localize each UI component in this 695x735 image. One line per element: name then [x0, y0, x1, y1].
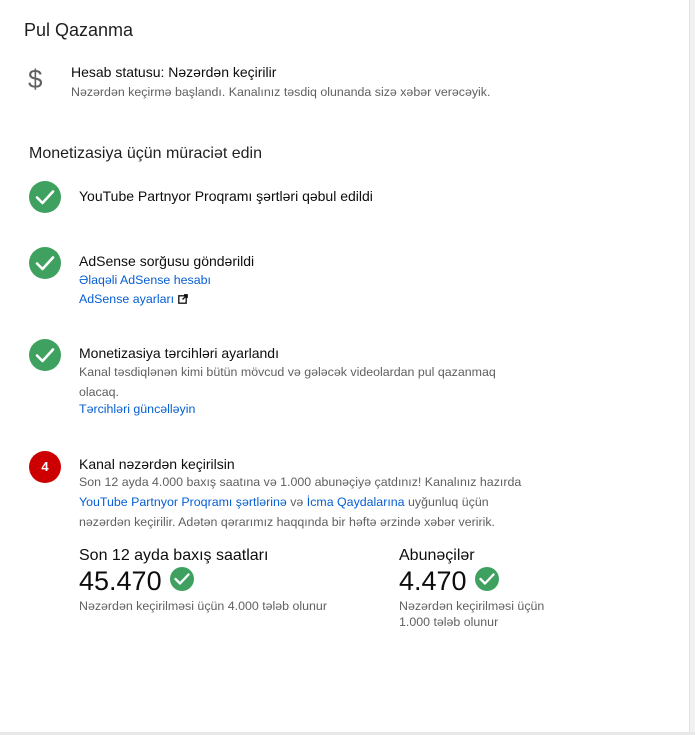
metric-value: 45.470 — [79, 566, 162, 596]
page-title: Pul Qazanma — [24, 20, 134, 40]
community-guidelines-link[interactable]: İcma Qaydalarına — [307, 495, 405, 509]
adsense-settings-link[interactable]: AdSense ayarları — [79, 292, 188, 307]
status-description: Nəzərdən keçirmə başlandı. Kanalınız təs… — [71, 85, 491, 99]
metric-requirement: Nəzərdən keçirilməsi üçün 4.000 tələb ol… — [79, 599, 327, 613]
check-icon — [169, 567, 194, 591]
step-description-line: Kanal təsdiqlənən kimi bütün mövcud və g… — [79, 365, 496, 379]
step-title: Monetizasiya tərcihləri ayarlandı — [79, 345, 279, 361]
and-text: və — [286, 495, 307, 509]
check-icon — [29, 339, 61, 371]
step-title: YouTube Partnyor Proqramı şərtləri qəbul… — [79, 188, 373, 204]
step-number-badge: 4 — [29, 451, 61, 483]
metric-requirement-line: 1.000 tələb olunur — [399, 615, 499, 629]
adsense-settings-label: AdSense ayarları — [79, 292, 175, 306]
linked-adsense-account-link[interactable]: Əlaqəli AdSense hesabı — [79, 273, 211, 287]
metric-requirement-line: Nəzərdən keçirilməsi üçün — [399, 599, 545, 613]
metric-label: Abunəçilər — [399, 547, 475, 564]
check-icon — [474, 567, 499, 591]
step-description-line: olacaq. — [79, 385, 119, 399]
external-link-icon — [178, 293, 188, 307]
step-description-line: Son 12 ayda 4.000 baxış saatına və 1.000… — [79, 475, 522, 489]
section-title: Monetizasiya üçün müraciət edin — [29, 145, 263, 162]
metric-requirement: Nəzərdən keçirilməsi üçün 1.000 tələb ol… — [399, 598, 544, 630]
step-title: Kanal nəzərdən keçirilsin — [79, 456, 235, 472]
right-scrollbar-edge — [689, 0, 695, 735]
step-description-line: nəzərdən keçirilir. Adətən qərarımız haq… — [79, 515, 495, 529]
status-title: Hesab statusu: Nəzərdən keçirilir — [71, 64, 277, 80]
step-description-line: YouTube Partnyor Proqramı şərtlərinə və … — [79, 495, 489, 509]
subscribers-metric: Abunəçilər 4.470 Nəzərdən keçirilməsi üç… — [399, 547, 544, 630]
check-icon — [29, 181, 61, 213]
compliance-text: uyğunluq üçün — [404, 495, 489, 509]
ypp-terms-link[interactable]: YouTube Partnyor Proqramı şərtlərinə — [79, 495, 287, 509]
step-title: AdSense sorğusu göndərildi — [79, 253, 255, 269]
dollar-icon: $ — [28, 64, 43, 94]
check-icon — [29, 247, 61, 279]
metric-label: Son 12 ayda baxış saatları — [79, 547, 269, 564]
update-preferences-link[interactable]: Tərcihləri güncəlləyin — [79, 402, 195, 416]
watch-hours-metric: Son 12 ayda baxış saatları 45.470 Nəzərd… — [79, 547, 327, 614]
metric-value: 4.470 — [399, 566, 467, 596]
